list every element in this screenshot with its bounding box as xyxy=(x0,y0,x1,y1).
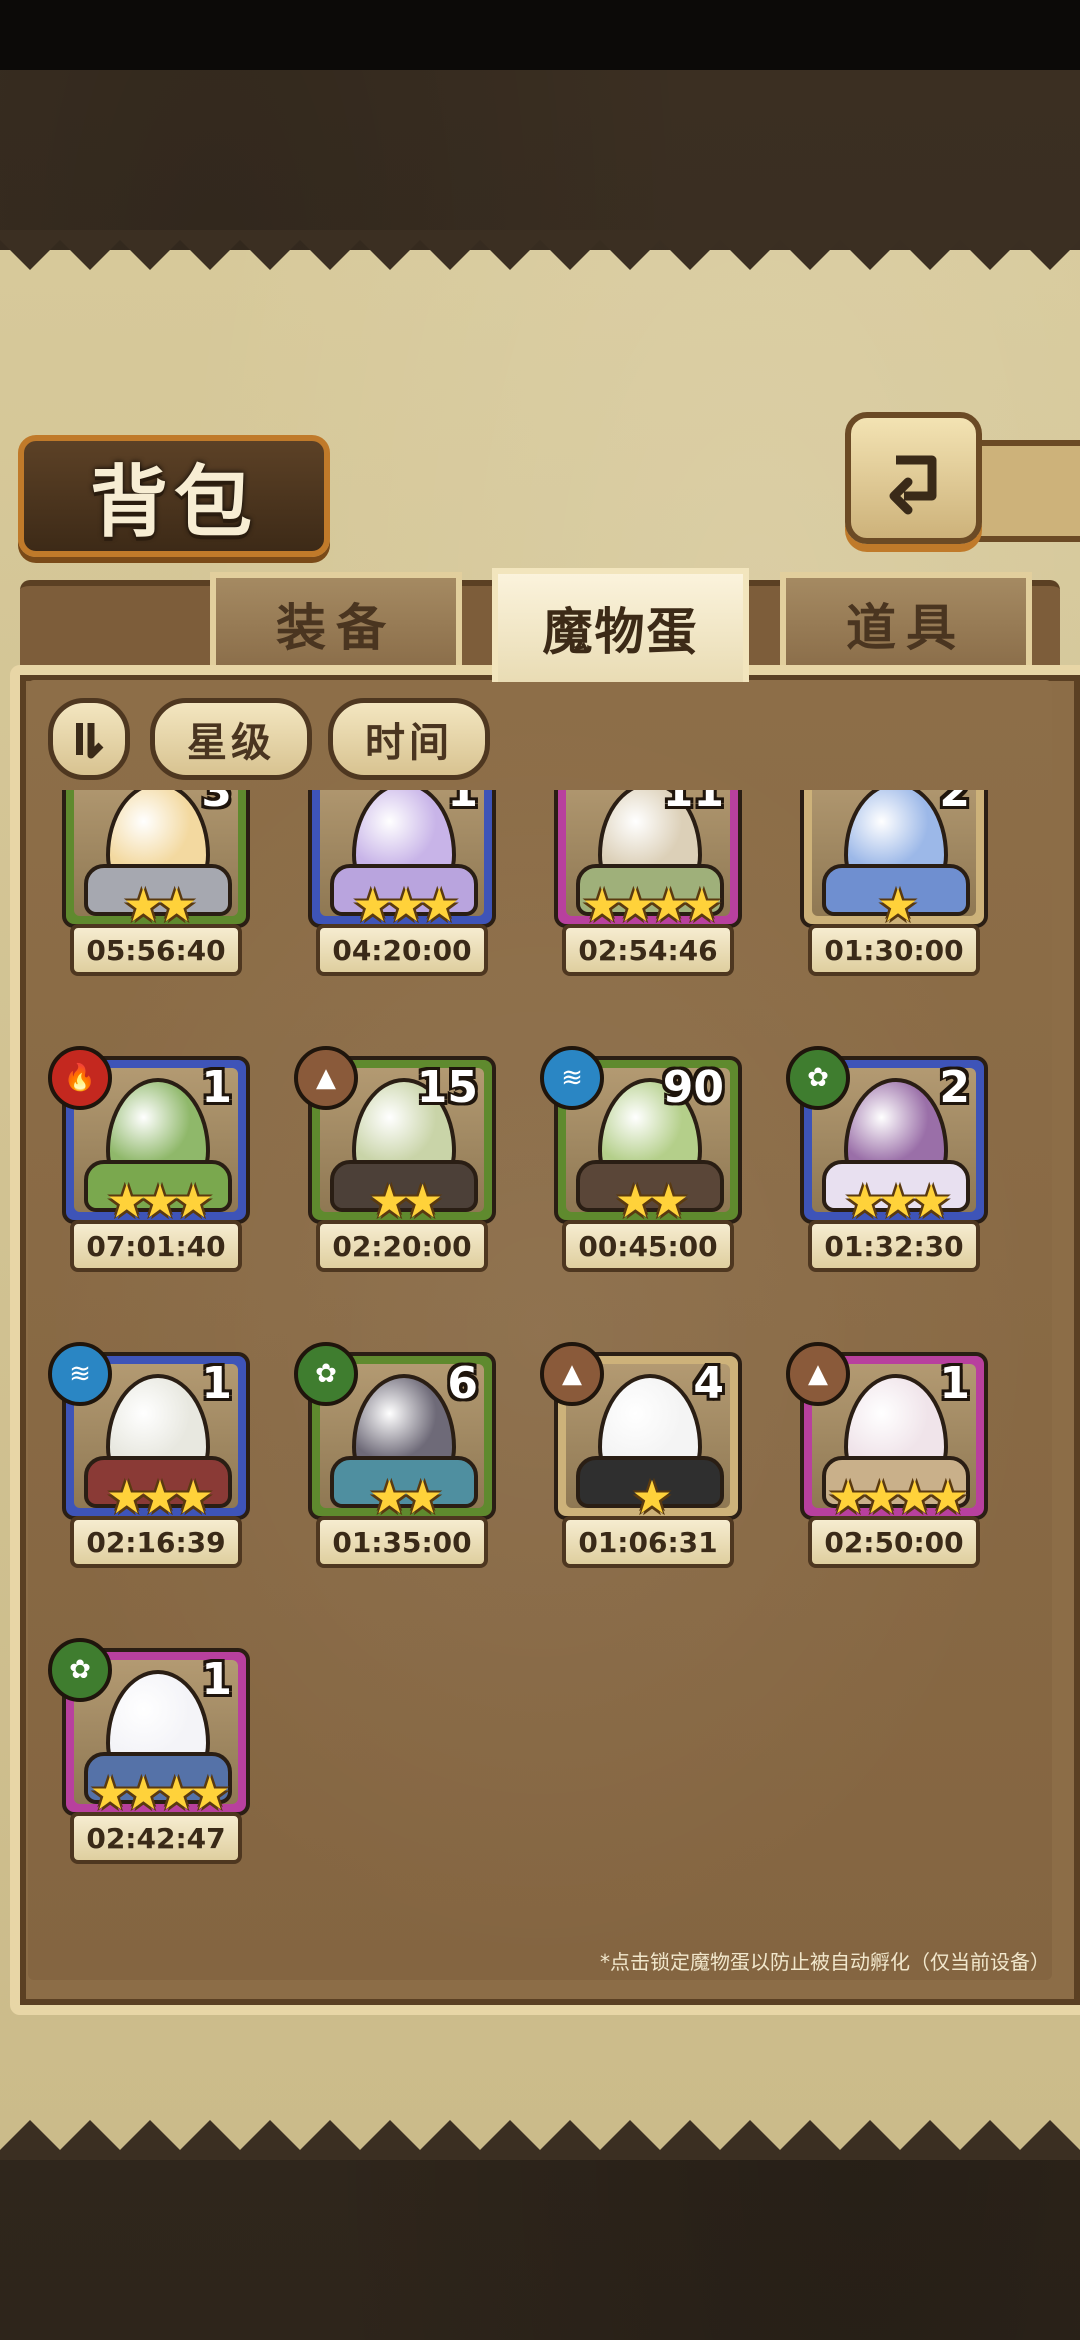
egg-count: 1 xyxy=(201,1654,232,1705)
egg-slot[interactable]: 2 ★★★ ✿ 01:32:30 xyxy=(786,1046,992,1276)
earth-element-icon: ▲ xyxy=(294,1046,358,1110)
egg-count: 1 xyxy=(939,1358,970,1409)
egg-count: 3 xyxy=(201,790,232,817)
egg-count: 2 xyxy=(939,790,970,817)
egg-count: 1 xyxy=(447,790,478,817)
egg-count: 4 xyxy=(693,1358,724,1409)
water-element-icon: ≋ xyxy=(540,1046,604,1110)
egg-count: 11 xyxy=(662,790,724,817)
zigzag-border-bottom xyxy=(0,2120,1080,2160)
plant-element-icon: ✿ xyxy=(786,1046,850,1110)
egg-count: 6 xyxy=(447,1358,478,1409)
title-plate: 背包 xyxy=(18,435,330,557)
egg-slot[interactable]: 1 ★★★★ ✿ 02:42:47 xyxy=(48,1638,254,1868)
egg-star-rating: ★★★ xyxy=(352,878,460,928)
hatch-timer: 01:35:00 xyxy=(316,1516,488,1568)
hatch-timer: 00:45:00 xyxy=(562,1220,734,1272)
egg-grid: 3 ★★ 05:56:40 1 ★★★ 04:20:00 11 ★★★★ 02:54:46 2 ★ 0… xyxy=(28,790,1052,1930)
egg-count: 1 xyxy=(201,1358,232,1409)
egg-count: 2 xyxy=(939,1062,970,1113)
egg-star-rating: ★★★ xyxy=(106,1470,214,1520)
plant-element-icon: ✿ xyxy=(294,1342,358,1406)
hatch-timer: 01:06:31 xyxy=(562,1516,734,1568)
egg-slot[interactable]: 4 ★ ▲ 01:06:31 xyxy=(540,1342,746,1572)
sort-toggle-button[interactable] xyxy=(48,698,130,780)
egg-star-rating: ★★★ xyxy=(106,1174,214,1224)
sort-by-time-button[interactable]: 时间 xyxy=(328,698,490,780)
tab-equipment-label: 装备 xyxy=(276,599,396,657)
hatch-timer: 02:42:47 xyxy=(70,1812,242,1864)
tab-monster-eggs-label: 魔物蛋 xyxy=(542,603,699,661)
egg-star-rating: ★ xyxy=(631,1470,672,1520)
egg-star-rating: ★★★ xyxy=(844,1174,952,1224)
hatch-timer: 02:54:46 xyxy=(562,924,734,976)
egg-star-rating: ★★ xyxy=(368,1470,443,1520)
hatch-timer: 02:16:39 xyxy=(70,1516,242,1568)
egg-star-rating: ★★★★ xyxy=(827,1470,969,1520)
egg-slot[interactable]: 1 ★★★★ ▲ 02:50:00 xyxy=(786,1342,992,1572)
water-element-icon: ≋ xyxy=(48,1342,112,1406)
egg-count: 90 xyxy=(662,1062,724,1113)
earth-element-icon: ▲ xyxy=(540,1342,604,1406)
egg-slot[interactable]: 1 ★★★ ≋ 02:16:39 xyxy=(48,1342,254,1572)
egg-star-rating: ★★ xyxy=(122,878,197,928)
zigzag-border-top xyxy=(0,230,1080,270)
lock-hint-text: *点击锁定魔物蛋以防止被自动孵化（仅当前设备） xyxy=(600,1950,1050,1974)
hatch-timer: 07:01:40 xyxy=(70,1220,242,1272)
hatch-timer: 04:20:00 xyxy=(316,924,488,976)
tab-monster-eggs[interactable]: 魔物蛋 xyxy=(492,568,749,682)
tab-items[interactable]: 道具 xyxy=(780,572,1032,670)
egg-slot[interactable]: 6 ★★ ✿ 01:35:00 xyxy=(294,1342,500,1572)
sort-by-star-button[interactable]: 星级 xyxy=(150,698,312,780)
egg-card[interactable]: 3 ★★ xyxy=(62,790,250,928)
egg-slot[interactable]: 11 ★★★★ 02:54:46 xyxy=(540,790,746,980)
egg-star-rating: ★ xyxy=(877,878,918,928)
egg-slot[interactable]: 90 ★★ ≋ 00:45:00 xyxy=(540,1046,746,1276)
hatch-timer: 05:56:40 xyxy=(70,924,242,976)
tab-equipment[interactable]: 装备 xyxy=(210,572,462,670)
egg-slot[interactable]: 3 ★★ 05:56:40 xyxy=(48,790,254,980)
egg-card[interactable]: 11 ★★★★ xyxy=(554,790,742,928)
earth-element-icon: ▲ xyxy=(786,1342,850,1406)
egg-star-rating: ★★ xyxy=(368,1174,443,1224)
sort-toggle-icon xyxy=(76,723,104,759)
egg-slot[interactable]: 1 ★★★ 04:20:00 xyxy=(294,790,500,980)
egg-star-rating: ★★ xyxy=(614,1174,689,1224)
page-title: 背包 xyxy=(89,458,258,548)
hatch-timer: 01:30:00 xyxy=(808,924,980,976)
hatch-timer: 02:20:00 xyxy=(316,1220,488,1272)
egg-card[interactable]: 2 ★ xyxy=(800,790,988,928)
hatch-timer: 02:50:00 xyxy=(808,1516,980,1568)
egg-card[interactable]: 1 ★★★ xyxy=(308,790,496,928)
tab-items-label: 道具 xyxy=(846,599,966,657)
hatch-timer: 01:32:30 xyxy=(808,1220,980,1272)
egg-star-rating: ★★★★ xyxy=(581,878,723,928)
fire-element-icon: 🔥 xyxy=(48,1046,112,1110)
egg-slot[interactable]: 15 ★★ ▲ 02:20:00 xyxy=(294,1046,500,1276)
back-button[interactable] xyxy=(845,412,982,544)
egg-slot[interactable]: 1 ★★★ 🔥 07:01:40 xyxy=(48,1046,254,1276)
back-arrow-icon xyxy=(889,455,936,515)
egg-star-rating: ★★★★ xyxy=(89,1766,231,1816)
egg-slot[interactable]: 2 ★ 01:30:00 xyxy=(786,790,992,980)
egg-count: 1 xyxy=(201,1062,232,1113)
egg-count: 15 xyxy=(416,1062,478,1113)
plant-element-icon: ✿ xyxy=(48,1638,112,1702)
